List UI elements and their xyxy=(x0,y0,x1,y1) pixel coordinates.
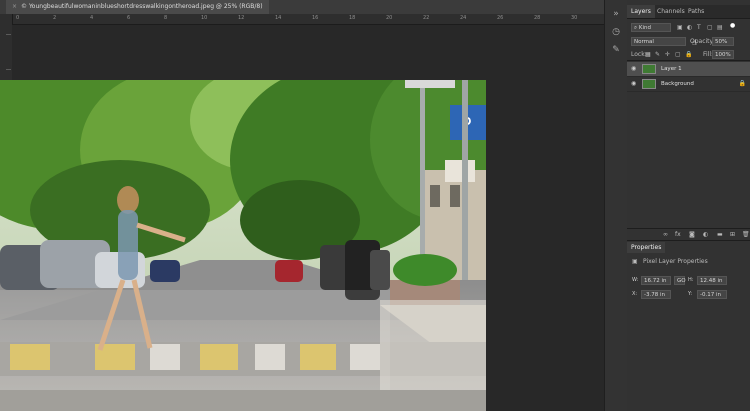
layer-thumbnail xyxy=(642,64,656,74)
layer-row-layer-1[interactable]: ◉ Layer 1 xyxy=(627,62,750,77)
width-label: W: xyxy=(632,277,639,283)
ruler-label: 18 xyxy=(349,15,356,21)
filter-adjustment-icon[interactable]: ◐ xyxy=(687,24,692,31)
ruler-label: 20 xyxy=(386,15,393,21)
document-tab-bar: × © Youngbeautifulwomaninblueshortdresswa… xyxy=(0,0,604,15)
lock-paint-icon[interactable]: ✎ xyxy=(655,51,660,58)
close-tab-icon[interactable]: × xyxy=(12,3,17,10)
panel-icon-strip: » ◷ ✎ xyxy=(604,0,628,411)
ruler-label: 0 xyxy=(16,15,20,21)
street-photo-image: P xyxy=(0,80,486,411)
new-group-icon[interactable]: ▬ xyxy=(717,231,723,238)
horizontal-ruler: 0 2 4 6 8 10 12 14 16 18 20 22 24 26 28 … xyxy=(12,14,604,25)
width-field[interactable]: 16.72 in xyxy=(641,276,671,285)
visibility-eye-icon[interactable]: ◉ xyxy=(631,65,636,72)
y-position-value: -0.17 in xyxy=(700,292,721,298)
ruler-label: 14 xyxy=(275,15,282,21)
canvas-photo[interactable]: P xyxy=(0,80,486,411)
visibility-eye-icon[interactable]: ◉ xyxy=(631,80,636,87)
lock-artboard-icon[interactable]: ▢ xyxy=(675,51,681,58)
lock-position-icon[interactable]: ✛ xyxy=(665,51,670,58)
document-tab[interactable]: × © Youngbeautifulwomaninblueshortdresswa… xyxy=(6,0,269,14)
collapse-panels-icon[interactable]: » xyxy=(610,8,622,20)
add-mask-icon[interactable]: ◙ xyxy=(689,231,695,238)
ruler-label: 30 xyxy=(571,15,578,21)
opacity-value: 50% xyxy=(715,39,728,45)
layer-filter-kind[interactable]: ⌕ Kind xyxy=(631,23,671,32)
filter-smart-object-icon[interactable]: ▤ xyxy=(717,24,723,31)
layer-name: Layer 1 xyxy=(661,66,682,72)
layers-panel: Layers Channels Paths ⌕ Kind ▣ ◐ T ▢ ▤ ●… xyxy=(627,0,750,411)
x-label: X: xyxy=(632,291,638,297)
properties-subtitle: Pixel Layer Properties xyxy=(643,258,708,265)
height-value: 12.48 in xyxy=(700,278,723,284)
height-field[interactable]: 12.48 in xyxy=(697,276,727,285)
x-position-field[interactable]: -3.78 in xyxy=(641,290,671,299)
ruler-label: 4 xyxy=(90,15,94,21)
filter-toggle-icon[interactable]: ● xyxy=(730,22,735,29)
mouse-cursor-icon: ☝ xyxy=(692,38,697,47)
tab-properties[interactable]: Properties xyxy=(627,242,666,253)
layer-style-fx-icon[interactable]: fx xyxy=(675,231,681,238)
layer-thumbnail xyxy=(642,79,656,89)
new-layer-icon[interactable]: ⊞ xyxy=(730,231,735,238)
ruler-label: 28 xyxy=(534,15,541,21)
canvas-area[interactable]: P xyxy=(0,25,604,411)
y-label: Y: xyxy=(688,291,693,297)
x-position-value: -3.78 in xyxy=(644,292,665,298)
y-position-field[interactable]: -0.17 in xyxy=(697,290,727,299)
fill-field[interactable]: 100% xyxy=(712,50,734,59)
lock-icon: 🔒 xyxy=(738,80,746,87)
layer-name: Background xyxy=(661,81,694,87)
filter-kind-value: Kind xyxy=(638,25,651,31)
filter-shape-icon[interactable]: ▢ xyxy=(707,24,713,31)
link-layers-icon[interactable]: ∞ xyxy=(663,231,668,238)
ruler-label: 16 xyxy=(312,15,319,21)
delete-layer-icon[interactable]: 🗑 xyxy=(742,231,750,238)
tab-layers[interactable]: Layers xyxy=(627,5,655,18)
opacity-field[interactable]: 50% xyxy=(712,37,734,46)
filter-type-icon[interactable]: T xyxy=(697,24,701,31)
history-icon[interactable]: ◷ xyxy=(610,26,622,38)
ruler-label: 24 xyxy=(460,15,467,21)
ruler-label: 2 xyxy=(53,15,57,21)
link-dimensions-label: GO xyxy=(677,278,686,284)
search-icon: ⌕ xyxy=(634,25,638,31)
link-dimensions-button[interactable]: GO xyxy=(674,276,686,285)
lock-transparent-icon[interactable]: ▦ xyxy=(645,51,651,58)
lock-all-icon[interactable]: 🔒 xyxy=(685,51,692,58)
document-title: © Youngbeautifulwomaninblueshortdresswal… xyxy=(21,3,263,10)
ruler-label: 12 xyxy=(238,15,245,21)
tab-paths[interactable]: Paths xyxy=(684,5,708,18)
layer-row-background[interactable]: ◉ Background 🔒 xyxy=(627,77,750,92)
ruler-label: 26 xyxy=(497,15,504,21)
ruler-label: 8 xyxy=(164,15,168,21)
filter-pixel-icon[interactable]: ▣ xyxy=(677,24,683,31)
blend-mode-value: Normal xyxy=(634,39,654,45)
panel-tabs: Layers Channels Paths xyxy=(627,5,750,19)
ruler-label: 22 xyxy=(423,15,430,21)
brush-settings-icon[interactable]: ✎ xyxy=(610,44,622,56)
height-label: H: xyxy=(688,277,694,283)
new-adjustment-icon[interactable]: ◐ xyxy=(703,231,708,238)
ruler-label: 10 xyxy=(201,15,208,21)
ruler-label: 6 xyxy=(127,15,131,21)
pixel-layer-icon: ▣ xyxy=(632,258,638,265)
blend-mode-select[interactable]: Normal xyxy=(631,37,686,46)
fill-value: 100% xyxy=(715,52,731,58)
width-value: 16.72 in xyxy=(644,278,667,284)
